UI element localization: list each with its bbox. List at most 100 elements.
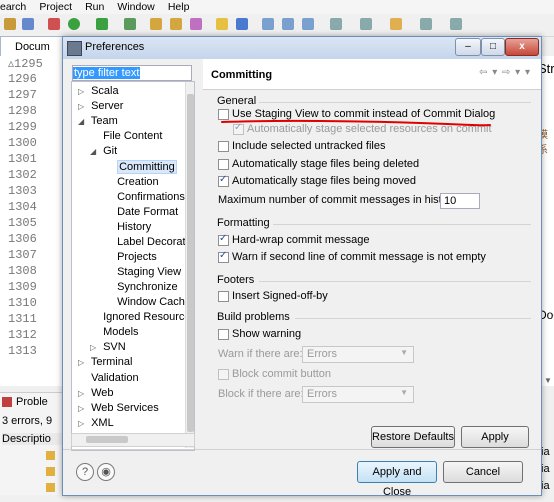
- tree-item-scala[interactable]: ▷ Scala: [78, 84, 119, 99]
- tree-item-date-format[interactable]: Date Format: [104, 205, 178, 220]
- tree-item-svn[interactable]: ▷ SVN: [90, 340, 126, 355]
- expand-icon[interactable]: ▷: [90, 340, 100, 355]
- expand-icon[interactable]: ▷: [78, 416, 88, 431]
- tree-item-terminal[interactable]: ▷ Terminal: [78, 355, 132, 370]
- toolbar-icon[interactable]: [262, 18, 274, 30]
- tree-item-committing[interactable]: Committing: [104, 160, 177, 175]
- tree-item-web-services[interactable]: ▷ Web Services: [78, 401, 159, 416]
- run-icon[interactable]: [68, 18, 80, 30]
- collapse-icon[interactable]: ◢: [78, 114, 88, 129]
- toolbar-icon[interactable]: [4, 18, 16, 30]
- toolbar-icon[interactable]: [420, 18, 432, 30]
- tree-item-staging-view[interactable]: Staging View: [104, 265, 181, 280]
- tree-item-file-content[interactable]: File Content: [90, 129, 162, 144]
- tree-item-team[interactable]: ◢ Team: [78, 114, 118, 129]
- expand-icon[interactable]: ▷: [78, 386, 88, 401]
- scrollbar-thumb[interactable]: [187, 94, 194, 432]
- include-untracked-checkbox[interactable]: [218, 141, 229, 152]
- apply-and-close-button[interactable]: Apply and Close: [357, 461, 437, 498]
- minimize-button[interactable]: –: [455, 38, 481, 56]
- toolbar-icon[interactable]: [360, 18, 372, 30]
- tree-vertical-scrollbar[interactable]: [185, 82, 194, 448]
- scroll-down-icon[interactable]: ▼: [544, 376, 552, 385]
- expand-icon[interactable]: ▷: [78, 99, 88, 114]
- warn-level-value: Errors: [307, 348, 337, 360]
- dialog-title-bar[interactable]: Preferences – □ x: [63, 37, 541, 59]
- tree-item-projects[interactable]: Projects: [104, 250, 157, 265]
- menu-window[interactable]: Window: [117, 0, 154, 14]
- maximize-button[interactable]: □: [481, 38, 505, 56]
- section-general: General: [217, 95, 257, 107]
- help-icon[interactable]: ?: [76, 463, 94, 481]
- toolbar-icon[interactable]: [282, 18, 294, 30]
- preference-tree: ▷ Scala ▷ Server ◢ Team File Content ◢ G…: [71, 81, 195, 451]
- menu-run[interactable]: Run: [85, 0, 104, 14]
- max-history-input[interactable]: 10: [440, 193, 480, 209]
- column-header-description[interactable]: Descriptio: [2, 433, 62, 445]
- toolbar-icon[interactable]: [48, 18, 60, 30]
- editor-tab[interactable]: Docum: [0, 36, 66, 57]
- apply-button[interactable]: Apply: [461, 426, 529, 448]
- close-button[interactable]: x: [505, 38, 539, 56]
- tree-item-web[interactable]: ▷ Web: [78, 386, 113, 401]
- filter-input[interactable]: type filter text: [72, 65, 192, 81]
- line-number: 1310: [8, 296, 37, 310]
- hard-wrap-checkbox[interactable]: [218, 233, 229, 246]
- toolbar-icon[interactable]: [190, 18, 202, 30]
- chevron-down-icon: ▼: [400, 348, 408, 357]
- line-number: 1297: [8, 88, 37, 102]
- signed-off-checkbox[interactable]: [218, 291, 229, 302]
- warn-level-select[interactable]: Errors ▼: [302, 346, 414, 363]
- history-nav-icons[interactable]: ⇦ ▾ ⇨ ▾ ▾: [479, 67, 531, 78]
- tree-item-window-cache[interactable]: Window Cache: [104, 295, 191, 310]
- scrollbar-thumb[interactable]: [86, 436, 128, 443]
- toolbar-icon[interactable]: [22, 18, 34, 30]
- divider: [63, 449, 541, 450]
- tree-item-git[interactable]: ◢ Git: [90, 144, 117, 159]
- stage-moved-checkbox[interactable]: [218, 174, 229, 187]
- tree-item-xml[interactable]: ▷ XML: [78, 416, 114, 431]
- tree-item-ignored-resources[interactable]: Ignored Resource: [90, 310, 191, 325]
- open-preferences-icon[interactable]: ◉: [97, 463, 115, 481]
- stage-deleted-checkbox[interactable]: [218, 159, 229, 170]
- tree-horizontal-scrollbar[interactable]: [71, 433, 195, 447]
- menu-help[interactable]: Help: [168, 0, 190, 14]
- toolbar-icon[interactable]: [390, 18, 402, 30]
- toolbar-icon[interactable]: [216, 18, 228, 30]
- restore-defaults-button[interactable]: Restore Defaults: [371, 426, 455, 448]
- toolbar-icon[interactable]: [96, 18, 108, 30]
- cancel-button[interactable]: Cancel: [443, 461, 523, 483]
- tree-item-label: Web Services: [91, 402, 159, 414]
- show-warning-checkbox[interactable]: [218, 329, 229, 340]
- toolbar-icon[interactable]: [170, 18, 182, 30]
- tree-item-creation[interactable]: Creation: [104, 175, 159, 190]
- problems-panel: Proble 3 errors, 9 Descriptio: [0, 392, 64, 495]
- tree-item-confirmations[interactable]: Confirmations a: [104, 190, 194, 205]
- toolbar-icon[interactable]: [450, 18, 462, 30]
- tree-item-validation[interactable]: Validation: [78, 371, 139, 386]
- warning-icon: [46, 467, 55, 476]
- block-commit-checkbox[interactable]: [218, 369, 229, 380]
- expand-icon[interactable]: ▷: [78, 355, 88, 370]
- warn-second-line-checkbox[interactable]: [218, 250, 229, 263]
- problems-tab-label[interactable]: Proble: [16, 396, 48, 408]
- tree-item-history[interactable]: History: [104, 220, 151, 235]
- tree-item-label: Ignored Resource: [103, 311, 191, 323]
- toolbar-icon[interactable]: [330, 18, 342, 30]
- toolbar-icon[interactable]: [150, 18, 162, 30]
- menu-search[interactable]: earch: [0, 0, 26, 14]
- block-level-select[interactable]: Errors ▼: [302, 386, 414, 403]
- expand-icon[interactable]: ▷: [78, 401, 88, 416]
- expand-icon[interactable]: ▷: [78, 84, 88, 99]
- tree-item-label-decorations[interactable]: Label Decoratic: [104, 235, 193, 250]
- toolbar-icon[interactable]: [124, 18, 136, 30]
- line-number: 1306: [8, 232, 37, 246]
- problems-icon: [2, 397, 12, 407]
- toolbar-icon[interactable]: [236, 18, 248, 30]
- menu-project[interactable]: Project: [39, 0, 72, 14]
- toolbar-icon[interactable]: [302, 18, 314, 30]
- tree-item-synchronize[interactable]: Synchronize: [104, 280, 178, 295]
- tree-item-models[interactable]: Models: [90, 325, 138, 340]
- collapse-icon[interactable]: ◢: [90, 144, 100, 159]
- tree-item-server[interactable]: ▷ Server: [78, 99, 123, 114]
